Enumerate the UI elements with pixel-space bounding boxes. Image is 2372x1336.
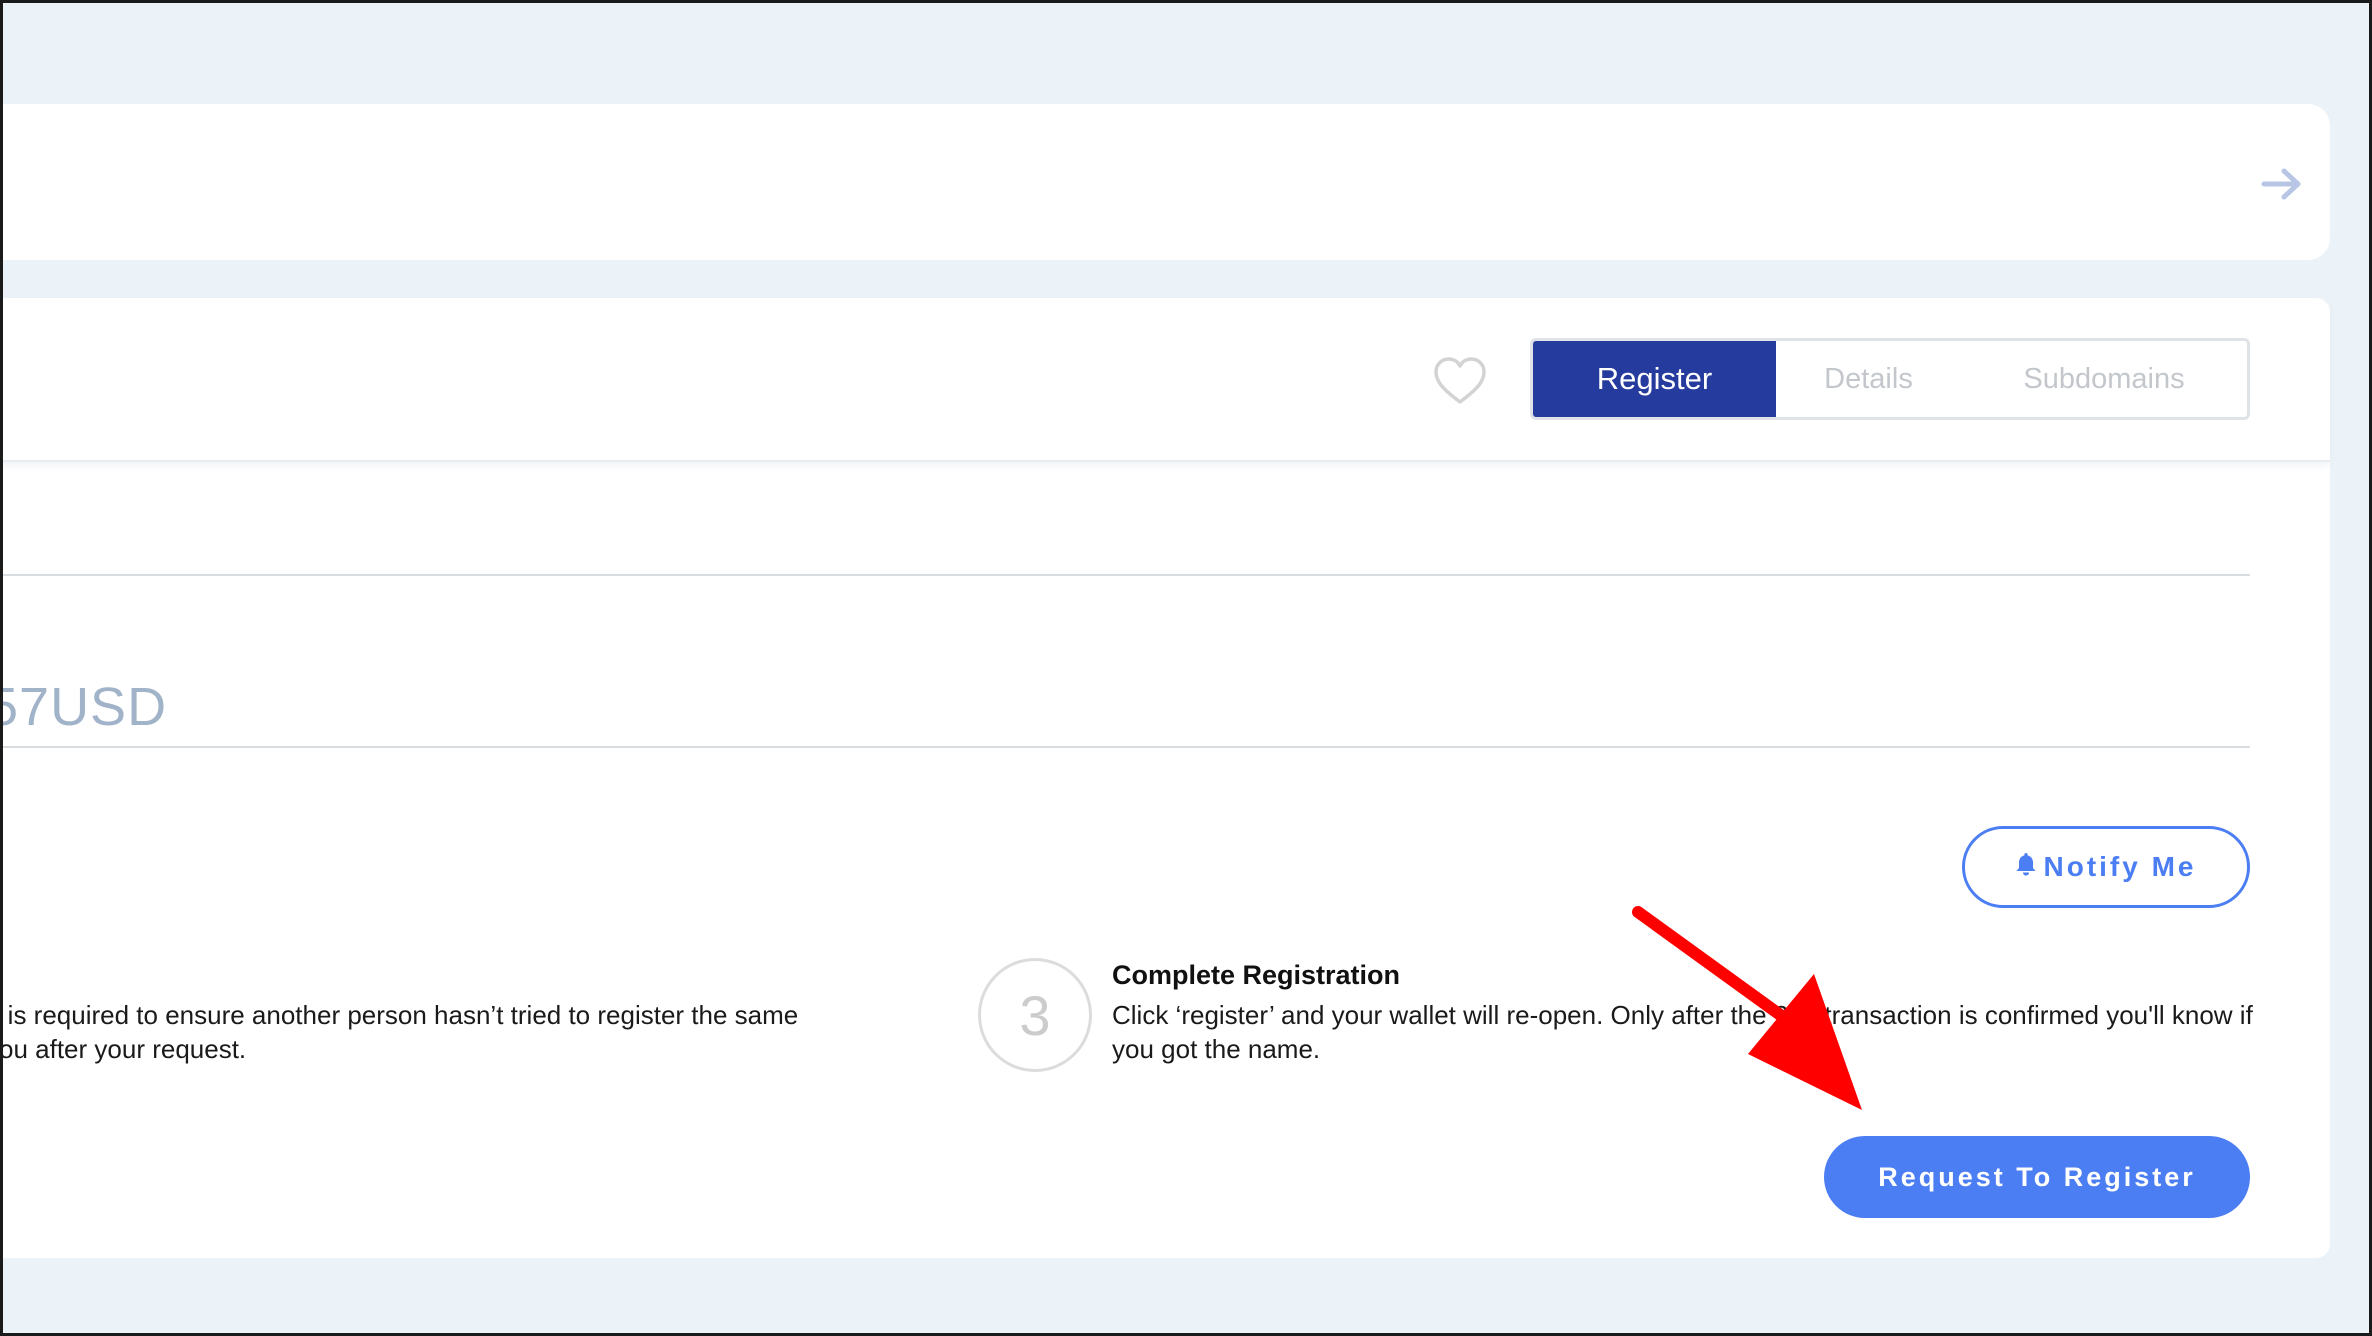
step-2-description: d is required to ensure another person h… bbox=[0, 998, 886, 1066]
search-bar[interactable] bbox=[0, 104, 2330, 260]
step-3-description: Click ‘register’ and your wallet will re… bbox=[1112, 1000, 2253, 1064]
step-3-title: Complete Registration bbox=[1112, 960, 1401, 990]
request-to-register-button[interactable]: Request To Register bbox=[1824, 1136, 2250, 1218]
divider bbox=[0, 746, 2250, 748]
notify-me-button[interactable]: Notify Me bbox=[1962, 826, 2250, 908]
step-2-line-1: d is required to ensure another person h… bbox=[0, 1000, 799, 1030]
domain-tabs: Register Details Subdomains bbox=[1530, 338, 2250, 420]
tab-subdomains[interactable]: Subdomains bbox=[1961, 341, 2247, 417]
heart-icon[interactable] bbox=[1432, 354, 1488, 410]
arrow-right-icon[interactable] bbox=[2258, 160, 2306, 208]
tab-details[interactable]: Details bbox=[1776, 341, 1961, 417]
divider bbox=[0, 574, 2250, 576]
tab-register[interactable]: Register bbox=[1533, 341, 1776, 417]
domain-card: Register Details Subdomains 57USD Notify… bbox=[0, 298, 2330, 1258]
step-3-number: 3 bbox=[978, 958, 1092, 1072]
domain-card-header: Register Details Subdomains bbox=[0, 298, 2330, 462]
notify-me-label: Notify Me bbox=[2043, 851, 2197, 882]
bell-icon bbox=[2016, 851, 2036, 883]
step-2-line-2: you after your request. bbox=[0, 1034, 247, 1064]
price-value: 57USD bbox=[0, 677, 168, 737]
